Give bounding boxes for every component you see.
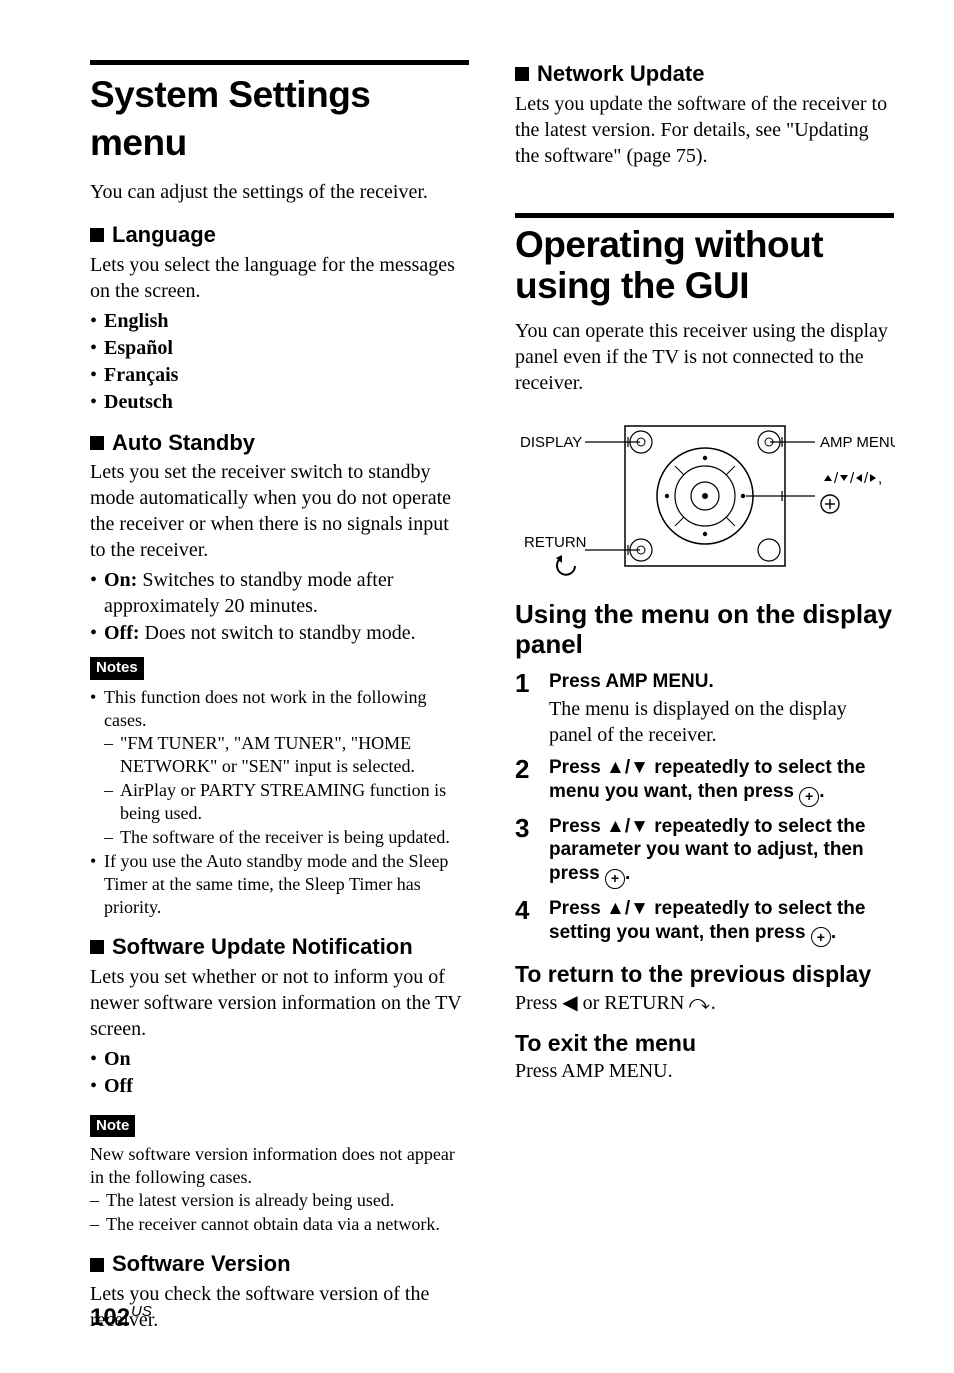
step-head: Press ▲/▼ repeatedly to select the menu … bbox=[549, 756, 894, 807]
step-head: Press AMP MENU. bbox=[549, 670, 894, 694]
opt-off: Off bbox=[104, 1075, 133, 1097]
down-icon: ▼ bbox=[630, 815, 649, 839]
up-icon: ▲ bbox=[606, 815, 625, 839]
left-icon: ◀ bbox=[562, 990, 577, 1016]
down-icon: ▼ bbox=[630, 897, 649, 921]
svg-text:/: / bbox=[850, 470, 855, 487]
step-4: 4 Press ▲/▼ repeatedly to select the set… bbox=[515, 897, 894, 948]
note-case: The latest version is already being used… bbox=[90, 1189, 469, 1212]
enter-icon: + bbox=[605, 869, 625, 889]
notes-body: This function does not work in the follo… bbox=[90, 686, 469, 919]
step-desc: The menu is displayed on the display pan… bbox=[549, 696, 894, 748]
note-lead: New software version information does no… bbox=[90, 1143, 469, 1189]
step-number: 2 bbox=[515, 756, 535, 807]
up-icon: ▲ bbox=[606, 897, 625, 921]
note-label: Note bbox=[90, 1115, 135, 1138]
sw-update-options: On Off bbox=[90, 1046, 469, 1099]
enter-icon: + bbox=[811, 927, 831, 947]
svg-text:/: / bbox=[834, 470, 839, 487]
heading-label: Language bbox=[112, 221, 216, 250]
up-icon: ▲ bbox=[606, 756, 625, 780]
left-column: System Settings menu You can adjust the … bbox=[90, 60, 469, 1337]
remote-diagram: DISPLAY AMP MENU RETURN / / / , bbox=[515, 416, 894, 576]
heading-label: Software Update Notification bbox=[112, 933, 413, 962]
opt-espanol: Español bbox=[104, 337, 173, 359]
down-icon: ▼ bbox=[630, 756, 649, 780]
note-extra: If you use the Auto standby mode and the… bbox=[90, 850, 469, 919]
notes-label: Notes bbox=[90, 657, 144, 680]
heading-sw-version: Software Version bbox=[90, 1250, 469, 1279]
label-amp-menu: AMP MENU bbox=[820, 434, 895, 451]
opt-on: On: Switches to standby mode after appro… bbox=[90, 567, 469, 619]
step-number: 1 bbox=[515, 670, 535, 748]
title-exit: To exit the menu bbox=[515, 1030, 894, 1056]
opt-deutsch: Deutsch bbox=[104, 391, 173, 413]
heading-label: Auto Standby bbox=[112, 429, 255, 458]
square-bullet-icon bbox=[515, 67, 529, 81]
auto-standby-desc: Lets you set the receiver switch to stan… bbox=[90, 459, 469, 563]
step-head: Press ▲/▼ repeatedly to select the setti… bbox=[549, 897, 894, 948]
step-head: Press ▲/▼ repeatedly to select the param… bbox=[549, 815, 894, 889]
return-icon bbox=[556, 555, 575, 575]
square-bullet-icon bbox=[90, 1258, 104, 1272]
note-case: The software of the receiver is being up… bbox=[104, 826, 469, 849]
step-number: 4 bbox=[515, 897, 535, 948]
svg-text:/: / bbox=[864, 470, 869, 487]
opt-francais: Français bbox=[104, 364, 178, 386]
title-gui: Operating without using the GUI bbox=[515, 224, 894, 307]
language-options: English Español Français Deutsch bbox=[90, 308, 469, 415]
heading-network-update: Network Update bbox=[515, 60, 894, 89]
page-number: 102US bbox=[90, 1302, 152, 1333]
opt-off: Off: Does not switch to standby mode. bbox=[90, 620, 469, 646]
steps: 1 Press AMP MENU. The menu is displayed … bbox=[515, 670, 894, 947]
return-body: Press ◀ or RETURN ⤺. bbox=[515, 990, 894, 1016]
square-bullet-icon bbox=[90, 436, 104, 450]
heading-label: Network Update bbox=[537, 60, 704, 89]
language-desc: Lets you select the language for the mes… bbox=[90, 252, 469, 304]
step-2: 2 Press ▲/▼ repeatedly to select the men… bbox=[515, 756, 894, 807]
note-case: "FM TUNER", "AM TUNER", "HOME NETWORK" o… bbox=[104, 732, 469, 778]
label-return: RETURN bbox=[524, 534, 587, 551]
note-body: New software version information does no… bbox=[90, 1143, 469, 1236]
exit-body: Press AMP MENU. bbox=[515, 1058, 894, 1084]
note-case: AirPlay or PARTY STREAMING function is b… bbox=[104, 779, 469, 825]
opt-on: On bbox=[104, 1048, 131, 1070]
intro-text: You can adjust the settings of the recei… bbox=[90, 179, 469, 205]
heading-language: Language bbox=[90, 221, 469, 250]
subtitle-menu: Using the menu on the display panel bbox=[515, 600, 894, 660]
enter-icon: + bbox=[799, 787, 819, 807]
gui-intro: You can operate this receiver using the … bbox=[515, 318, 894, 396]
step-number: 3 bbox=[515, 815, 535, 889]
note-case: The receiver cannot obtain data via a ne… bbox=[90, 1213, 469, 1236]
label-arrows: / / / , bbox=[824, 470, 882, 487]
title-return: To return to the previous display bbox=[515, 961, 894, 987]
square-bullet-icon bbox=[90, 228, 104, 242]
opt-english: English bbox=[104, 310, 168, 332]
heading-auto-standby: Auto Standby bbox=[90, 429, 469, 458]
notes-lead: This function does not work in the follo… bbox=[104, 687, 426, 730]
network-update-desc: Lets you update the software of the rece… bbox=[515, 91, 894, 169]
title-system-settings: System Settings menu bbox=[90, 71, 469, 167]
enter-icon bbox=[821, 495, 839, 513]
step-1: 1 Press AMP MENU. The menu is displayed … bbox=[515, 670, 894, 748]
step-3: 3 Press ▲/▼ repeatedly to select the par… bbox=[515, 815, 894, 889]
rule bbox=[515, 213, 894, 218]
sw-update-notif-desc: Lets you set whether or not to inform yo… bbox=[90, 964, 469, 1042]
return-icon: ⤺ bbox=[689, 990, 710, 1016]
label-display: DISPLAY bbox=[520, 434, 582, 451]
remote-svg: DISPLAY AMP MENU RETURN / / / , bbox=[515, 416, 895, 576]
rule bbox=[90, 60, 469, 65]
square-bullet-icon bbox=[90, 940, 104, 954]
heading-sw-update-notif: Software Update Notification bbox=[90, 933, 469, 962]
right-column: Network Update Lets you update the softw… bbox=[515, 60, 894, 1337]
heading-label: Software Version bbox=[112, 1250, 291, 1279]
svg-text:,: , bbox=[878, 470, 882, 487]
